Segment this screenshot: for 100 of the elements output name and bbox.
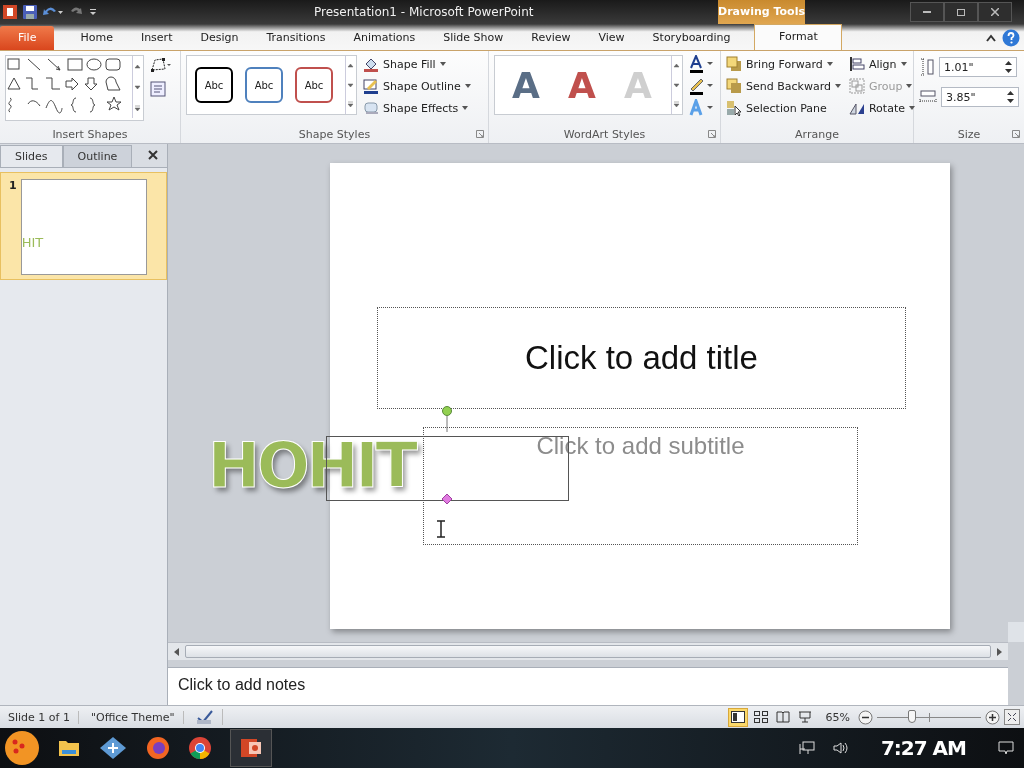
- folder-icon[interactable]: [58, 738, 80, 758]
- help-icon[interactable]: [1002, 29, 1020, 47]
- book-icon: [775, 711, 790, 723]
- zoom-level[interactable]: 65%: [817, 710, 854, 724]
- ribbon-tab[interactable]: View: [584, 26, 639, 50]
- spin-arrows-icon[interactable]: [1007, 91, 1014, 103]
- diamond-app-icon[interactable]: [98, 736, 128, 760]
- network-icon[interactable]: [798, 741, 815, 755]
- ribbon-command[interactable]: Align: [848, 55, 915, 73]
- selection-pane-icon: [726, 100, 742, 116]
- send-backward-icon: [726, 78, 742, 94]
- text-cursor-icon: [436, 520, 446, 538]
- ribbon-tab[interactable]: Format: [754, 24, 843, 50]
- zoom-out-icon[interactable]: [858, 709, 873, 725]
- close-icon[interactable]: [991, 8, 999, 16]
- window-title: Presentation1 - Microsoft PowerPoint: [314, 5, 534, 19]
- dialog-launcher-icon[interactable]: [1012, 130, 1020, 138]
- ribbon-tab[interactable]: Animations: [339, 26, 430, 50]
- theme-name[interactable]: "Office Theme": [82, 710, 184, 724]
- shape-style-swatch[interactable]: Abc: [245, 67, 283, 103]
- rotation-handle[interactable]: [441, 406, 453, 432]
- ribbon-tab[interactable]: Review: [517, 26, 585, 50]
- slide-counter: Slide 1 of 1: [0, 710, 79, 724]
- size-field[interactable]: 3.85": [941, 87, 1019, 107]
- group-label: Shape Styles: [298, 127, 371, 141]
- ribbon-command[interactable]: Rotate: [848, 99, 915, 117]
- close-icon[interactable]: [148, 150, 158, 160]
- caret-icon: [906, 84, 913, 88]
- dialog-launcher-icon[interactable]: [708, 130, 716, 138]
- ribbon-command[interactable]: Send Backward: [726, 77, 841, 95]
- ribbon-command[interactable]: Shape Effects: [363, 99, 471, 117]
- group-label: Arrange: [795, 127, 839, 141]
- clock[interactable]: 7:27 AM: [880, 736, 966, 760]
- contextual-tab-label: Drawing Tools: [718, 0, 805, 24]
- align-icon: [848, 56, 865, 72]
- normal-view-icon: [730, 711, 745, 723]
- ribbon-tab[interactable]: Storyboarding: [638, 26, 745, 50]
- shape-style-swatch[interactable]: Abc: [295, 67, 333, 103]
- start-orb-icon[interactable]: [4, 730, 40, 766]
- ribbon-tab[interactable]: Insert: [126, 26, 187, 50]
- text-fill-icon[interactable]: [689, 55, 715, 73]
- caret-icon: [900, 62, 907, 66]
- ribbon-command[interactable]: Shape Outline: [363, 77, 471, 95]
- text-outline-icon[interactable]: [689, 77, 715, 95]
- wordart-style[interactable]: A: [559, 64, 605, 106]
- thumbnail-text: HIT: [21, 233, 44, 250]
- zoom-in-icon[interactable]: [985, 709, 1000, 725]
- presentation-app-icon[interactable]: [240, 737, 262, 759]
- browser-icon[interactable]: [188, 736, 212, 760]
- caret-icon: [462, 106, 469, 110]
- scroll-right-icon[interactable]: [995, 647, 1003, 656]
- projector-screen-icon: [797, 711, 812, 723]
- ribbon-tab[interactable]: Home: [66, 26, 127, 50]
- view-button[interactable]: [773, 708, 792, 726]
- grid-icon: [753, 711, 768, 723]
- horizontal-scrollbar[interactable]: [185, 645, 991, 658]
- vertical-scrollbar[interactable]: [1008, 622, 1024, 642]
- pane-tab[interactable]: Slides: [0, 145, 63, 167]
- pane-tab[interactable]: Outline: [62, 145, 133, 167]
- adjustment-handle[interactable]: [441, 493, 453, 505]
- group-label: WordArt Styles: [563, 127, 646, 141]
- notes-placeholder[interactable]: Click to add notes: [178, 676, 306, 693]
- size-field[interactable]: 1.01": [939, 57, 1017, 77]
- ribbon-tab[interactable]: Design: [186, 26, 253, 50]
- ribbon-command[interactable]: Shape Fill: [363, 55, 471, 73]
- wordart-style[interactable]: A: [503, 64, 549, 106]
- shape-width-icon: [919, 89, 937, 105]
- app-icon[interactable]: [2, 4, 18, 20]
- spell-check-icon[interactable]: [195, 709, 214, 725]
- gallery-scroll-buttons[interactable]: [345, 56, 356, 114]
- spin-arrows-icon[interactable]: [1005, 61, 1012, 73]
- dialog-launcher-icon[interactable]: [476, 130, 484, 138]
- zoom-slider[interactable]: [877, 710, 981, 724]
- view-button[interactable]: [727, 707, 748, 727]
- ribbon-tab[interactable]: Slide Show: [429, 26, 518, 50]
- shape-effects-icon: [363, 100, 379, 116]
- caret-icon: [464, 84, 471, 88]
- shape-style-swatch[interactable]: Abc: [195, 67, 233, 103]
- save-icon[interactable]: [22, 4, 38, 20]
- gallery-scroll-buttons[interactable]: [132, 56, 143, 118]
- scroll-left-icon[interactable]: [173, 647, 181, 656]
- group-label: Insert Shapes: [52, 127, 128, 141]
- fit-to-window-icon[interactable]: [1004, 709, 1020, 725]
- caret-icon: [826, 62, 833, 66]
- view-button[interactable]: [751, 708, 770, 726]
- caret-icon: [834, 84, 841, 88]
- title-placeholder[interactable]: Click to add title: [377, 307, 906, 409]
- ribbon-command[interactable]: Bring Forward: [726, 55, 841, 73]
- ribbon-command[interactable]: Selection Pane: [726, 99, 841, 117]
- gallery-scroll-buttons[interactable]: [671, 56, 682, 114]
- ribbon-tab[interactable]: Transitions: [252, 26, 340, 50]
- notification-icon[interactable]: [998, 741, 1014, 755]
- collapse-ribbon-icon[interactable]: [986, 34, 996, 42]
- slide-thumbnail-row[interactable]: 1 HIT: [0, 172, 167, 280]
- caret-icon: [439, 62, 446, 66]
- browser-icon[interactable]: [146, 736, 170, 760]
- paint-bucket-icon: [363, 56, 379, 72]
- volume-icon[interactable]: [832, 741, 849, 755]
- edit-shape-icon[interactable]: [150, 57, 172, 73]
- maximize-icon[interactable]: [957, 8, 965, 16]
